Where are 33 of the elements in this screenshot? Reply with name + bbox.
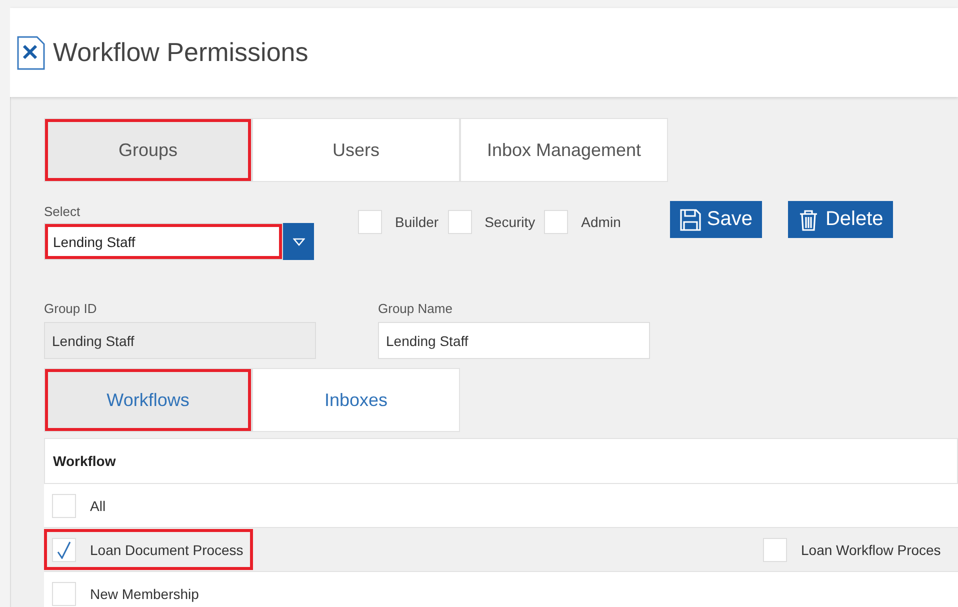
page-title: Workflow Permissions — [53, 37, 308, 68]
save-button[interactable]: Save — [670, 201, 762, 238]
checkbox[interactable] — [52, 582, 76, 606]
workflow-label: All — [90, 498, 106, 514]
document-icon — [17, 36, 45, 70]
checkbox[interactable] — [358, 210, 382, 234]
caret-icon — [292, 238, 304, 246]
trash-icon — [798, 208, 820, 230]
column-header: Workflow — [44, 438, 958, 484]
workflow-label: Loan Document Process — [90, 542, 244, 558]
checkbox[interactable] — [52, 538, 76, 562]
tab[interactable]: Inboxes — [252, 368, 460, 432]
tab[interactable]: Workflows — [44, 368, 252, 432]
dropdown-button[interactable] — [283, 223, 314, 260]
group-name-field[interactable]: Lending Staff — [378, 322, 650, 359]
tab[interactable]: Users — [252, 118, 460, 182]
checkbox[interactable] — [52, 494, 76, 518]
checkbox[interactable] — [544, 210, 568, 234]
field-label: Group ID — [44, 301, 98, 316]
workflow-label: New Membership — [90, 586, 199, 602]
checkbox[interactable] — [763, 538, 787, 562]
tab[interactable]: Groups — [44, 118, 252, 182]
checkbox-label: Security — [484, 214, 536, 230]
tab[interactable]: Inbox Management — [460, 118, 668, 182]
field-label: Group Name — [378, 301, 454, 316]
workflow-label: Loan Workflow Proces — [801, 542, 941, 558]
checkbox[interactable] — [448, 210, 472, 234]
delete-button[interactable]: Delete — [788, 201, 894, 238]
checkmark-icon — [56, 540, 72, 558]
field-label: Select — [44, 204, 82, 219]
checkbox-label: Builder — [395, 214, 439, 230]
checkbox-label: Admin — [581, 214, 621, 230]
group-dropdown[interactable]: Lending Staff — [44, 223, 283, 260]
